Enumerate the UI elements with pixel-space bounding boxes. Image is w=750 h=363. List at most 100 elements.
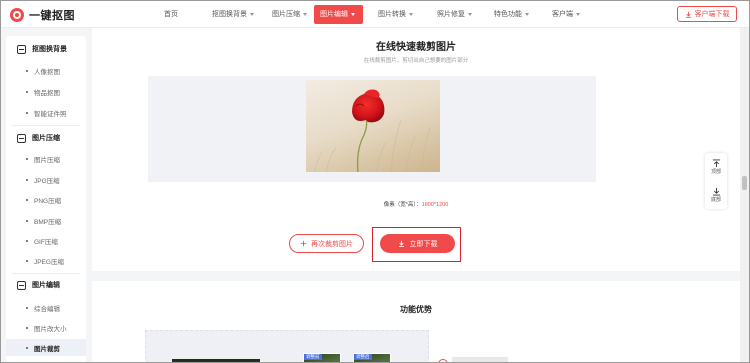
- top-label: 顶部: [710, 169, 721, 175]
- sidebar-item-general-edit[interactable]: 综合编辑: [6, 299, 86, 316]
- poppy-image: [313, 89, 431, 172]
- nav-label: 特色功能: [494, 11, 522, 18]
- sidebar-section-title: 图片压缩: [32, 135, 60, 142]
- nav-compress[interactable]: 图片压缩: [272, 1, 307, 28]
- sidebar-section-compress[interactable]: 图片压缩: [6, 128, 86, 148]
- sidebar-item-label: 智能证件照: [34, 110, 67, 118]
- sidebar-item-jpeg[interactable]: JPEG压缩: [6, 252, 86, 269]
- nav-client[interactable]: 客户端: [552, 1, 580, 28]
- scrollbar[interactable]: [740, 28, 749, 363]
- logo-icon: [10, 8, 24, 22]
- client-download-label: 客户端下载: [694, 11, 730, 18]
- caret-down-icon: [351, 13, 355, 16]
- caret-down-icon: [409, 13, 413, 16]
- sidebar-section-title: 图片编辑: [32, 282, 60, 289]
- sidebar-item-jpg[interactable]: JPG压缩: [6, 171, 86, 188]
- sidebar-item-label: 图片压缩: [34, 156, 60, 164]
- sidebar-item-bmp[interactable]: BMP压缩: [6, 212, 86, 229]
- before-image: 调整前: [303, 353, 341, 363]
- nav-label: 图片压缩: [272, 11, 300, 18]
- sidebar: 抠图换背景 人像抠图 物品抠图 智能证件照 图片压缩 图片压缩 JPG压缩 PN…: [6, 36, 86, 363]
- brand-logo[interactable]: 一键抠图: [10, 7, 75, 23]
- feature-bullet-icon: [438, 359, 448, 363]
- nav-label: 照片修复: [437, 11, 465, 18]
- caret-down-icon: [303, 13, 307, 16]
- nav-repair[interactable]: 照片修复: [437, 1, 472, 28]
- sidebar-section-edit[interactable]: 图片编辑: [6, 275, 86, 295]
- client-download-button[interactable]: 客户端下载: [677, 6, 737, 22]
- main-panel: 在线快速裁剪图片 在线裁剪图片，剪切出自己想要的图片部分 像素（宽*高）：180…: [92, 28, 740, 363]
- download-icon: [398, 240, 404, 247]
- pixel-value: 1800*1200: [421, 202, 449, 208]
- sidebar-item-label: 综合编辑: [34, 305, 60, 313]
- top-header: 一键抠图 首页 抠图换背景 图片压缩 图片编辑 图片转换 照片修复 特色功能 客…: [1, 1, 749, 28]
- sidebar-divider: [12, 273, 80, 274]
- page-subtitle: 在线裁剪图片，剪切出自己想要的图片部分: [363, 58, 469, 64]
- feature-demo-image: [172, 359, 260, 363]
- plus-icon: [300, 240, 307, 247]
- nav-label: 抠图换背景: [212, 11, 247, 18]
- download-now-button[interactable]: 立即下载: [380, 234, 455, 253]
- sidebar-item-png[interactable]: PNG压缩: [6, 191, 86, 208]
- pixel-label: 像素（宽*高）：: [383, 202, 422, 208]
- bottom-label: 底部: [710, 197, 721, 203]
- sidebar-item-portrait[interactable]: 人像抠图: [6, 62, 86, 79]
- nav-label: 图片转换: [378, 11, 406, 18]
- scrollbar-thumb[interactable]: [742, 176, 747, 190]
- nav-label: 图片编辑: [320, 11, 348, 18]
- nav-convert[interactable]: 图片转换: [378, 1, 413, 28]
- nav-edit[interactable]: 图片编辑: [314, 1, 363, 28]
- nav-features[interactable]: 特色功能: [494, 1, 529, 28]
- crop-again-button[interactable]: 再次裁剪图片: [289, 234, 364, 253]
- arrow-down-icon: [712, 187, 720, 196]
- before-tag: 调整前: [304, 354, 322, 360]
- features-title: 功能优势: [400, 305, 432, 314]
- sidebar-item-label: 物品抠图: [34, 89, 60, 97]
- sidebar-item-label: 图片改大小: [34, 325, 67, 333]
- caret-down-icon: [250, 13, 254, 16]
- feature-demo-card: 调整前 调整后: [145, 330, 429, 363]
- sidebar-item-idphoto[interactable]: 智能证件照: [6, 104, 86, 121]
- compress-square-icon: [17, 133, 26, 143]
- pixel-info: 像素（宽*高）：1800*1200: [92, 200, 740, 208]
- crop-again-label: 再次裁剪图片: [311, 240, 353, 248]
- sidebar-item-gif[interactable]: GIF压缩: [6, 232, 86, 249]
- nav-home[interactable]: 首页: [164, 1, 178, 28]
- cropped-image[interactable]: [306, 80, 440, 172]
- caret-down-icon: [525, 13, 529, 16]
- download-icon: [685, 11, 691, 18]
- after-tag: 调整后: [354, 354, 372, 360]
- after-image: 调整后: [353, 353, 391, 363]
- download-now-label: 立即下载: [409, 240, 438, 248]
- arrow-up-icon: [712, 159, 720, 168]
- edit-square-icon: [17, 280, 26, 290]
- float-toolbar: 顶部 底部: [705, 153, 727, 209]
- sidebar-item-label: JPEG压缩: [34, 258, 64, 266]
- sidebar-section-bg[interactable]: 抠图换背景: [6, 39, 86, 59]
- sidebar-item-resize[interactable]: 图片改大小: [6, 319, 86, 336]
- page-title: 在线快速裁剪图片: [376, 42, 456, 53]
- nav-label: 首页: [164, 11, 178, 18]
- sidebar-item-label: 人像抠图: [34, 68, 60, 76]
- nav-bg-remove[interactable]: 抠图换背景: [212, 1, 254, 28]
- caret-down-icon: [576, 13, 580, 16]
- sidebar-item-label: GIF压缩: [34, 238, 58, 246]
- sidebar-item-label: JPG压缩: [34, 177, 60, 185]
- preview-canvas: [148, 76, 596, 182]
- brand-name: 一键抠图: [29, 10, 75, 22]
- back-to-top-button[interactable]: 顶部: [705, 153, 727, 181]
- sidebar-item-label: PNG压缩: [34, 197, 62, 205]
- sidebar-item-label: BMP压缩: [34, 218, 62, 226]
- sidebar-item-img-compress[interactable]: 图片压缩: [6, 150, 86, 167]
- sidebar-item-object[interactable]: 物品抠图: [6, 83, 86, 100]
- nav-label: 客户端: [552, 11, 573, 18]
- sidebar-item-label: 图片裁剪: [34, 345, 60, 353]
- to-bottom-button[interactable]: 底部: [705, 181, 727, 209]
- section-separator: [92, 271, 740, 281]
- sidebar-item-crop[interactable]: 图片裁剪: [6, 339, 86, 356]
- sidebar-section-title: 抠图换背景: [32, 46, 67, 53]
- caret-down-icon: [468, 13, 472, 16]
- sidebar-divider: [12, 125, 80, 126]
- crop-square-icon: [17, 44, 26, 54]
- feature-text-placeholder: [452, 357, 508, 363]
